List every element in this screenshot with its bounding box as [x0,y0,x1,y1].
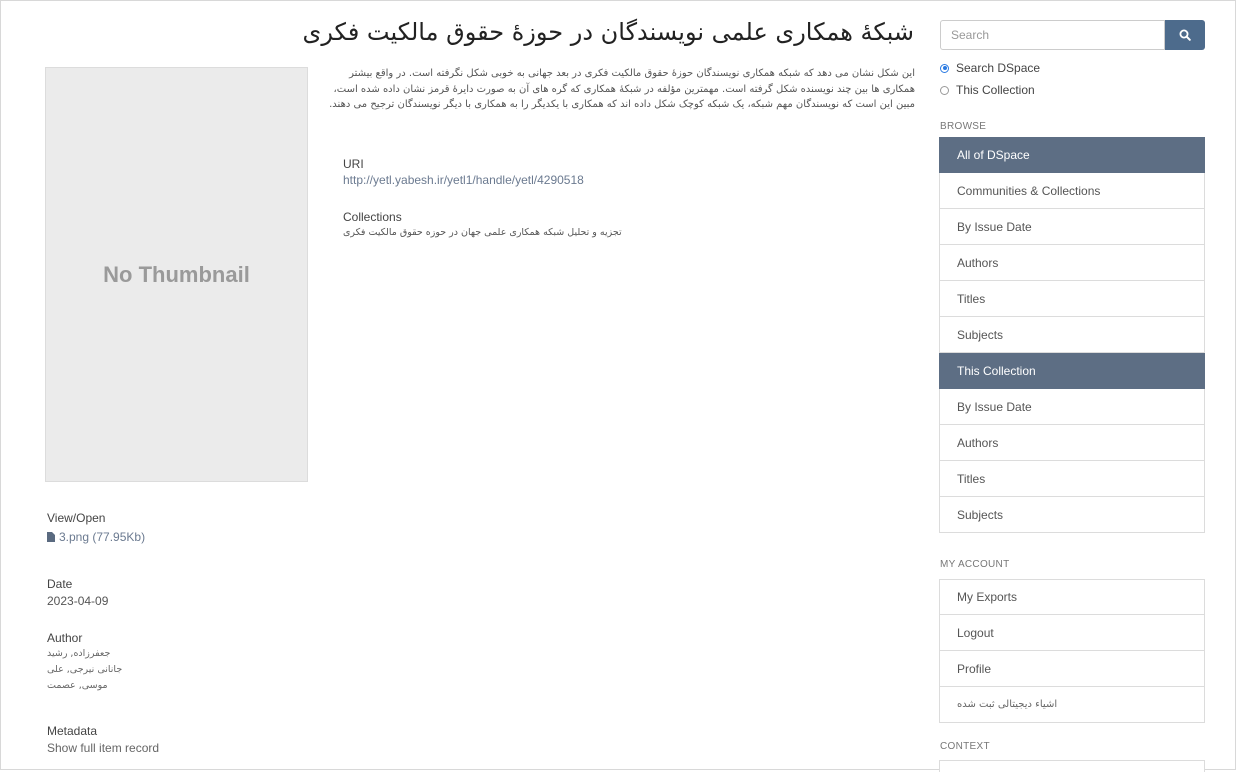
author-link[interactable]: موسی, عصمت [47,678,122,694]
radio-label: Search DSpace [956,61,1041,75]
thumbnail-text: No Thumbnail [103,261,250,287]
search-icon [1179,29,1191,41]
view-open-label: View/Open [47,511,106,525]
account-item-digital-objects[interactable]: اشیاء دیجیتالی ثبت شده [939,687,1205,723]
radio-search-dspace[interactable]: Search DSpace [940,61,1040,75]
account-list: My Exports Logout Profile اشیاء دیجیتالی… [939,579,1205,723]
page-title: شبکۀ همکاری علمی نویسندگان در حوزۀ حقوق … [302,18,914,46]
full-record-link[interactable]: Show full item record [47,741,159,755]
metadata-section: Metadata Show full item record [47,724,159,755]
browse-item-all-of-dspace[interactable]: All of DSpace [939,137,1205,173]
collection-item-authors[interactable]: Authors [939,425,1205,461]
thumbnail-placeholder: No Thumbnail [45,67,308,482]
abstract-text: این شکل نشان می دهد که شبکه همکاری نویسن… [329,68,915,110]
account-item-label: اشیاء دیجیتالی ثبت شده [957,699,1058,710]
radio-icon [940,85,949,95]
date-value: 2023-04-09 [47,594,109,608]
search-input[interactable] [940,20,1165,50]
context-heading: CONTEXT [940,741,990,752]
browse-item-communities[interactable]: Communities & Collections [939,173,1205,209]
radio-label: This Collection [956,83,1035,97]
context-list [939,760,1205,772]
uri-label: URI [343,157,364,171]
browse-heading: BROWSE [940,121,987,132]
account-item-profile[interactable]: Profile [939,651,1205,687]
account-item-my-exports[interactable]: My Exports [939,579,1205,615]
collections-label: Collections [343,210,402,224]
context-item[interactable] [939,760,1205,772]
author-label: Author [47,631,83,645]
author-list: جعفرزاده, رشید جانانی نیرجی, علی موسی, ع… [47,646,122,694]
view-open-section: View/Open 3.png (77.95Kb) [47,511,145,546]
collections-link[interactable]: تجزیه و تحلیل شبکه همکاری علمی جهان در ح… [343,225,622,241]
account-item-logout[interactable]: Logout [939,615,1205,651]
browse-item-issue-date[interactable]: By Issue Date [939,209,1205,245]
browse-item-subjects[interactable]: Subjects [939,317,1205,353]
collection-item-titles[interactable]: Titles [939,461,1205,497]
search-box [940,20,1205,50]
collection-item-subjects[interactable]: Subjects [939,497,1205,533]
search-button[interactable] [1165,20,1205,50]
date-label: Date [47,577,73,591]
radio-selected-icon [940,63,949,73]
browse-item-this-collection[interactable]: This Collection [939,353,1205,389]
browse-list: All of DSpace Communities & Collections … [939,137,1205,533]
my-account-heading: MY ACCOUNT [940,559,1010,570]
collections-section: Collections تجزیه و تحلیل شبکه همکاری عل… [343,210,622,241]
uri-section: URI http://yetl.yabesh.ir/yetl1/handle/y… [343,157,584,187]
metadata-label: Metadata [47,724,98,738]
browse-item-authors[interactable]: Authors [939,245,1205,281]
collection-item-issue-date[interactable]: By Issue Date [939,389,1205,425]
radio-this-collection[interactable]: This Collection [940,83,1035,97]
file-icon [47,532,55,542]
author-link[interactable]: جعفرزاده, رشید [47,646,122,662]
date-section: Date 2023-04-09 [47,577,108,608]
author-section: Author جعفرزاده, رشید جانانی نیرجی, علی … [47,631,122,694]
file-link[interactable]: 3.png (77.95Kb) [59,530,145,544]
author-link[interactable]: جانانی نیرجی, علی [47,662,122,678]
browse-item-titles[interactable]: Titles [939,281,1205,317]
uri-link[interactable]: http://yetl.yabesh.ir/yetl1/handle/yetl/… [343,173,584,187]
